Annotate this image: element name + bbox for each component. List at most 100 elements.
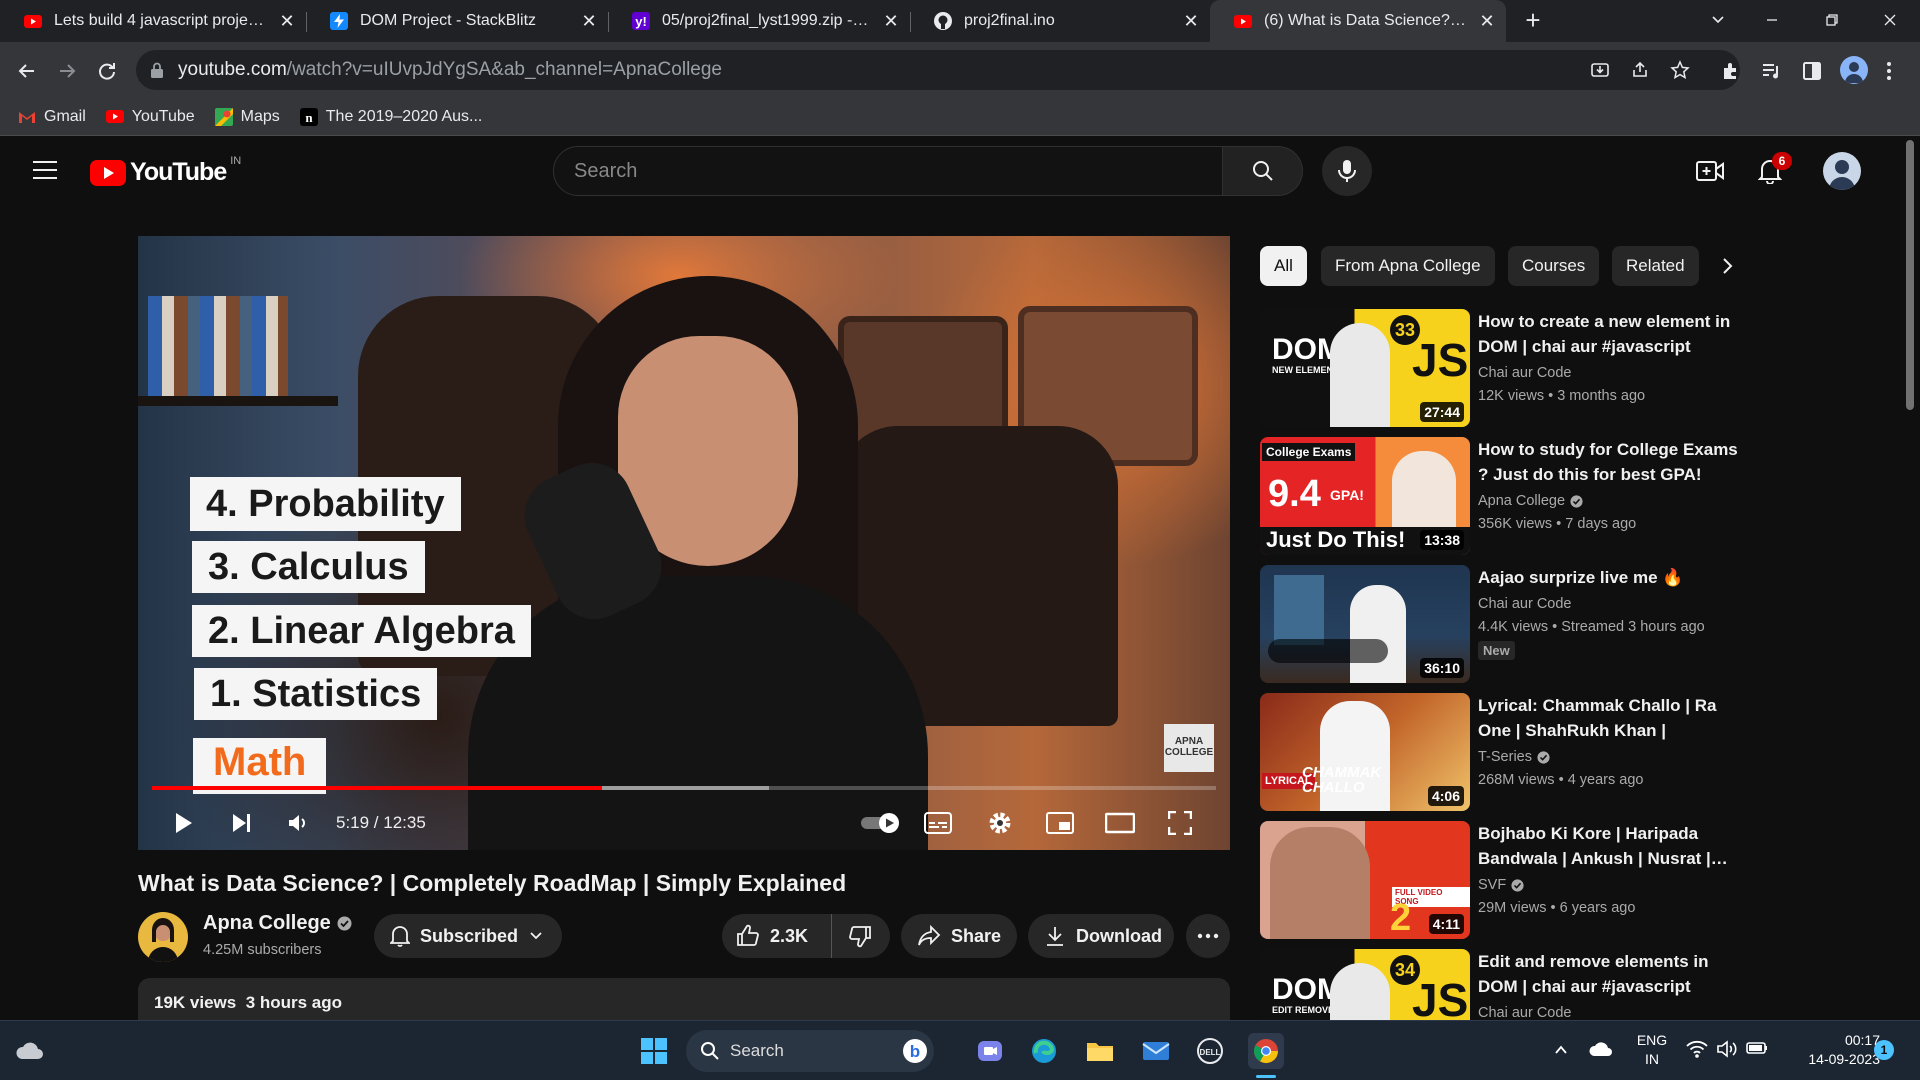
create-video-icon[interactable] bbox=[1696, 159, 1724, 183]
related-video-title[interactable]: Lyrical: Chammak Challo | Ra One | ShahR… bbox=[1478, 693, 1740, 743]
video-thumbnail[interactable]: FULL VIDEO SONG 2 4:11 bbox=[1260, 821, 1470, 939]
browser-menu-icon[interactable] bbox=[1886, 60, 1892, 82]
related-channel-name[interactable]: Chai aur Code bbox=[1478, 1005, 1572, 1021]
tab-search-icon[interactable] bbox=[1708, 10, 1728, 30]
install-app-icon[interactable] bbox=[1590, 60, 1610, 80]
mute-button[interactable] bbox=[280, 803, 316, 843]
browser-tab-active[interactable]: (6) What is Data Science? | Comp ✕ bbox=[1210, 0, 1506, 42]
related-video-title[interactable]: Aajao surprize live me 🔥 bbox=[1478, 565, 1740, 590]
close-window-icon[interactable] bbox=[1880, 10, 1900, 30]
language-indicator[interactable]: ENG IN bbox=[1630, 1031, 1674, 1069]
autoplay-toggle[interactable] bbox=[858, 803, 904, 843]
dislike-button[interactable] bbox=[832, 914, 888, 958]
channel-avatar[interactable] bbox=[138, 912, 188, 962]
bookmark-notion[interactable]: n The 2019–2020 Aus... bbox=[299, 107, 482, 126]
onedrive-icon[interactable] bbox=[1588, 1039, 1614, 1059]
video-thumbnail[interactable]: DOM NEW ELEMENT 33 JS 27:44 bbox=[1260, 309, 1470, 427]
close-tab-icon[interactable]: ✕ bbox=[278, 12, 296, 30]
media-controls-icon[interactable] bbox=[1760, 60, 1782, 82]
close-tab-icon[interactable]: ✕ bbox=[580, 12, 598, 30]
notification-center-badge[interactable]: 1 bbox=[1874, 1040, 1894, 1060]
share-button[interactable]: Share bbox=[901, 914, 1017, 958]
extensions-icon[interactable] bbox=[1720, 60, 1742, 82]
related-channel-name[interactable]: SVF bbox=[1478, 877, 1506, 893]
volume-icon[interactable] bbox=[1716, 1039, 1738, 1059]
windows-start-icon[interactable] bbox=[636, 1033, 672, 1069]
bookmark-maps[interactable]: Maps bbox=[214, 107, 280, 126]
close-tab-icon[interactable]: ✕ bbox=[1478, 12, 1496, 30]
restore-icon[interactable] bbox=[1822, 10, 1842, 30]
chip-from-apna-college[interactable]: From Apna College bbox=[1321, 246, 1495, 286]
related-video[interactable]: LYRICAL CHAMMAK CHALLO 4:06 Lyrical: Cha… bbox=[1260, 693, 1740, 813]
reload-icon[interactable] bbox=[96, 60, 118, 82]
file-explorer-icon[interactable] bbox=[1082, 1033, 1118, 1069]
play-button[interactable] bbox=[166, 803, 202, 843]
related-channel-name[interactable]: T-Series bbox=[1478, 749, 1532, 765]
related-video[interactable]: College Exams 9.4 GPA! Just Do This! 13:… bbox=[1260, 437, 1740, 557]
youtube-logo[interactable]: YouTube IN bbox=[90, 155, 241, 187]
related-channel-name[interactable]: Chai aur Code bbox=[1478, 365, 1572, 381]
more-actions-button[interactable] bbox=[1186, 914, 1230, 958]
related-video[interactable]: DOM NEW ELEMENT 33 JS 27:44 How to creat… bbox=[1260, 309, 1740, 429]
related-channel-name[interactable]: Chai aur Code bbox=[1478, 596, 1572, 612]
page-scrollbar[interactable] bbox=[1906, 140, 1914, 410]
download-button[interactable]: Download bbox=[1028, 914, 1174, 958]
weather-widget-icon[interactable] bbox=[12, 1033, 48, 1069]
profile-avatar[interactable] bbox=[1840, 56, 1868, 84]
bookmark-gmail[interactable]: Gmail bbox=[18, 108, 86, 126]
browser-tab[interactable]: y! 05/proj2final_lyst1999.zip - Yahoo ✕ bbox=[608, 0, 910, 42]
related-video-title[interactable]: Edit and remove elements in DOM | chai a… bbox=[1478, 949, 1740, 999]
close-tab-icon[interactable]: ✕ bbox=[1182, 12, 1200, 30]
search-input[interactable]: Search bbox=[553, 146, 1223, 196]
related-video-title[interactable]: How to create a new element in DOM | cha… bbox=[1478, 309, 1740, 359]
bookmark-star-icon[interactable] bbox=[1670, 60, 1690, 80]
subscribed-button[interactable]: Subscribed bbox=[374, 914, 562, 958]
taskbar-search[interactable]: Search b bbox=[686, 1030, 934, 1072]
account-avatar[interactable] bbox=[1823, 152, 1861, 190]
dell-icon[interactable]: DELL bbox=[1192, 1033, 1228, 1069]
chrome-icon[interactable] bbox=[1248, 1033, 1284, 1069]
system-clock[interactable]: 00:17 14-09-2023 bbox=[1780, 1031, 1880, 1069]
close-tab-icon[interactable]: ✕ bbox=[882, 12, 900, 30]
related-video[interactable]: FULL VIDEO SONG 2 4:11 Bojhabo Ki Kore |… bbox=[1260, 821, 1740, 941]
chip-courses[interactable]: Courses bbox=[1508, 246, 1600, 286]
theater-mode-button[interactable] bbox=[1102, 803, 1138, 843]
back-icon[interactable] bbox=[16, 60, 38, 82]
browser-tab[interactable]: proj2final.ino ✕ bbox=[910, 0, 1210, 42]
progress-bar[interactable] bbox=[152, 786, 1216, 790]
mail-icon[interactable] bbox=[1138, 1033, 1174, 1069]
search-button[interactable] bbox=[1223, 146, 1303, 196]
settings-button[interactable] bbox=[982, 803, 1018, 843]
teams-chat-icon[interactable] bbox=[972, 1033, 1008, 1069]
voice-search-button[interactable] bbox=[1322, 146, 1372, 196]
channel-name[interactable]: Apna College bbox=[203, 912, 331, 935]
video-thumbnail[interactable]: LYRICAL CHAMMAK CHALLO 4:06 bbox=[1260, 693, 1470, 811]
video-thumbnail[interactable]: 36:10 bbox=[1260, 565, 1470, 683]
like-button[interactable]: 2.3K bbox=[722, 914, 832, 958]
forward-icon[interactable] bbox=[56, 60, 78, 82]
side-panel-icon[interactable] bbox=[1801, 60, 1823, 82]
related-video-title[interactable]: How to study for College Exams ? Just do… bbox=[1478, 437, 1740, 487]
bookmark-youtube[interactable]: YouTube bbox=[105, 108, 195, 126]
show-hidden-icons[interactable] bbox=[1552, 1041, 1570, 1059]
related-video-title[interactable]: Bojhabo Ki Kore | Haripada Bandwala | An… bbox=[1478, 821, 1740, 871]
new-tab-button[interactable]: + bbox=[1520, 7, 1546, 34]
browser-tab[interactable]: Lets build 4 javascript projects fo ✕ bbox=[0, 0, 306, 42]
wifi-icon[interactable] bbox=[1686, 1039, 1708, 1059]
browser-tab[interactable]: DOM Project - StackBlitz ✕ bbox=[306, 0, 608, 42]
subtitles-button[interactable] bbox=[920, 803, 956, 843]
next-button[interactable] bbox=[224, 803, 260, 843]
chip-all[interactable]: All bbox=[1260, 246, 1307, 286]
address-bar[interactable]: youtube.com/watch?v=uIUvpJdYgSA&ab_chann… bbox=[136, 50, 1740, 90]
minimize-icon[interactable] bbox=[1762, 10, 1782, 30]
video-player[interactable]: 4. Probability 3. Calculus 2. Linear Alg… bbox=[138, 236, 1230, 850]
share-page-icon[interactable] bbox=[1630, 60, 1650, 80]
fullscreen-button[interactable] bbox=[1162, 803, 1198, 843]
video-thumbnail[interactable]: College Exams 9.4 GPA! Just Do This! 13:… bbox=[1260, 437, 1470, 555]
hamburger-menu-icon[interactable] bbox=[33, 160, 57, 180]
edge-browser-icon[interactable] bbox=[1026, 1033, 1062, 1069]
related-channel-name[interactable]: Apna College bbox=[1478, 493, 1565, 509]
chips-next-icon[interactable] bbox=[1716, 254, 1738, 278]
miniplayer-button[interactable] bbox=[1042, 803, 1078, 843]
chip-related[interactable]: Related bbox=[1612, 246, 1699, 286]
